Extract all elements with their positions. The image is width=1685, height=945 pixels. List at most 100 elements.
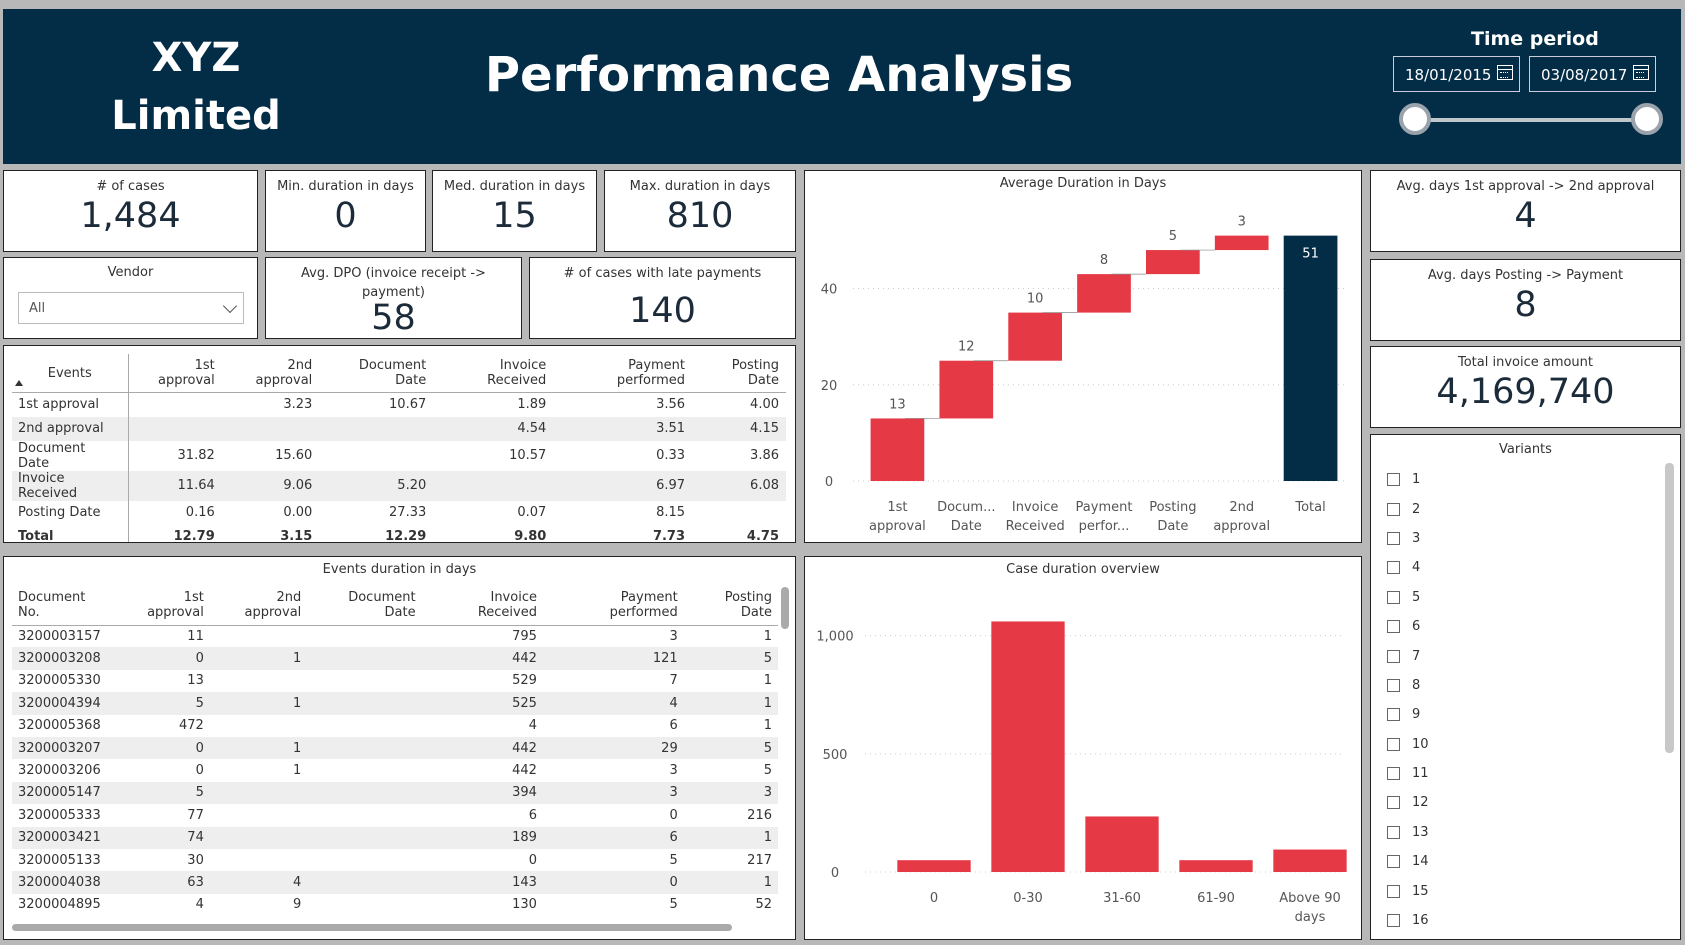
case-duration-chart: Case duration overview 0 500 1,000 0 0-30 31-… <box>804 556 1362 940</box>
vertical-scrollbar[interactable] <box>1665 463 1674 753</box>
kpi-max-duration: Max. duration in days 810 <box>604 170 796 252</box>
table-cell: 3200003207 <box>12 736 117 760</box>
column-header[interactable]: Payment performed <box>553 354 693 393</box>
checkbox[interactable] <box>1387 590 1400 604</box>
variant-option[interactable]: 13 <box>1387 818 1429 847</box>
start-date-input[interactable]: 18/01/2015 <box>1393 56 1520 92</box>
table-row: 3200003207 0 1 442 29 5 <box>12 736 778 760</box>
table-cell: 4 <box>195 897 204 913</box>
variant-label: 6 <box>1412 619 1421 635</box>
table-row: 3200005147 5 394 3 3 <box>12 781 778 805</box>
checkbox[interactable] <box>1387 561 1400 575</box>
column-header[interactable]: 1st approval <box>117 585 210 626</box>
table-cell: 1 <box>683 871 778 894</box>
variant-label: 9 <box>1412 707 1421 723</box>
table-cell: 12.79 <box>173 529 215 543</box>
variant-label: 11 <box>1412 766 1429 782</box>
calendar-icon[interactable] <box>1633 65 1649 80</box>
table-cell: 216 <box>747 807 772 823</box>
slider-start-handle[interactable] <box>1399 103 1431 135</box>
variant-option[interactable]: 4 <box>1387 553 1429 582</box>
checkbox[interactable] <box>1387 678 1400 692</box>
header-bar: XYZ Limited Performance Analysis Time pe… <box>3 9 1681 164</box>
variant-option[interactable]: 14 <box>1387 847 1429 876</box>
variant-option[interactable]: 1 <box>1387 465 1429 494</box>
y-tick-label: 1,000 <box>816 630 853 645</box>
checkbox[interactable] <box>1387 502 1400 516</box>
end-date-value: 03/08/2017 <box>1541 66 1628 84</box>
x-tick-label: 0-30 <box>1013 891 1043 906</box>
time-slider-track[interactable] <box>1416 118 1646 122</box>
variant-option[interactable]: 15 <box>1387 876 1429 905</box>
x-tick-label: approval <box>1213 519 1270 534</box>
column-header[interactable]: Payment performed <box>542 585 684 626</box>
data-label: 5 <box>1169 229 1177 244</box>
table-cell <box>210 804 307 826</box>
checkbox[interactable] <box>1387 825 1400 839</box>
variant-option[interactable]: 16 <box>1387 906 1429 935</box>
column-header[interactable]: 2nd approval <box>221 354 320 393</box>
table-cell: 3.51 <box>553 416 693 441</box>
table-cell: 4.54 <box>433 416 554 441</box>
slider-end-handle[interactable] <box>1631 103 1663 135</box>
end-date-input[interactable]: 03/08/2017 <box>1529 56 1656 92</box>
checkbox[interactable] <box>1387 649 1400 663</box>
column-header[interactable]: Posting Date <box>692 354 786 393</box>
variant-option[interactable]: 11 <box>1387 759 1429 788</box>
variant-option[interactable]: 3 <box>1387 524 1429 553</box>
table-cell: 6 <box>542 826 684 849</box>
variant-option[interactable]: 6 <box>1387 612 1429 641</box>
table-cell <box>307 692 422 715</box>
table-cell: 3 <box>542 781 684 805</box>
table-cell: 3200004038 <box>12 871 117 894</box>
table-cell <box>307 759 421 781</box>
checkbox[interactable] <box>1387 620 1400 634</box>
horizontal-scrollbar[interactable] <box>12 924 732 931</box>
checkbox[interactable] <box>1387 473 1400 487</box>
kpi-label: Avg. days 1st approval -> 2nd approval <box>1396 179 1655 194</box>
checkbox[interactable] <box>1387 708 1400 722</box>
table-cell <box>307 871 422 894</box>
column-header[interactable]: 1st approval <box>128 354 222 393</box>
checkbox[interactable] <box>1387 855 1400 869</box>
column-header[interactable]: 2nd approval <box>209 585 308 626</box>
column-header[interactable]: Document Date <box>307 585 422 626</box>
checkbox[interactable] <box>1387 914 1400 928</box>
column-header[interactable]: Document Date <box>319 354 434 393</box>
variant-option[interactable]: 12 <box>1387 788 1429 817</box>
vendor-dropdown[interactable]: All <box>18 292 244 324</box>
checkbox[interactable] <box>1387 531 1400 545</box>
table-cell: 27.33 <box>389 505 427 520</box>
checkbox[interactable] <box>1387 737 1400 751</box>
checkbox[interactable] <box>1387 796 1400 810</box>
variant-option[interactable]: 2 <box>1387 494 1429 523</box>
variant-option[interactable]: 10 <box>1387 730 1429 759</box>
waterfall-bar <box>1008 312 1062 361</box>
variant-option[interactable]: 5 <box>1387 583 1429 612</box>
table-cell: 11.64 <box>128 470 222 501</box>
table-cell: 3200003157 <box>18 628 101 644</box>
table-cell: 4.15 <box>692 416 786 441</box>
vertical-scrollbar[interactable] <box>781 587 789 629</box>
column-header[interactable]: Invoice Received <box>421 585 543 626</box>
column-header[interactable]: Events <box>12 354 129 393</box>
variant-option[interactable]: 9 <box>1387 700 1429 729</box>
column-header[interactable]: Posting Date <box>683 585 778 626</box>
calendar-icon[interactable] <box>1497 65 1513 80</box>
table-cell <box>307 781 422 805</box>
variant-label: 10 <box>1412 736 1429 752</box>
table-row: 3200003157 11 795 3 1 <box>12 625 778 647</box>
checkbox[interactable] <box>1387 767 1400 781</box>
variant-option[interactable]: 7 <box>1387 641 1429 670</box>
kpi-label: Med. duration in days <box>443 179 586 194</box>
table-cell: 7 <box>669 673 678 689</box>
variant-option[interactable]: 8 <box>1387 671 1429 700</box>
start-date-value: 18/01/2015 <box>1405 66 1492 84</box>
checkbox[interactable] <box>1387 884 1400 898</box>
table-cell: 0 <box>669 807 678 823</box>
column-header[interactable]: Document No. <box>12 585 117 626</box>
sort-ascending-icon[interactable] <box>15 380 23 386</box>
table-cell: 4 <box>209 871 308 894</box>
x-tick-label: Invoice <box>1012 500 1058 515</box>
column-header[interactable]: Invoice Received <box>433 354 554 393</box>
